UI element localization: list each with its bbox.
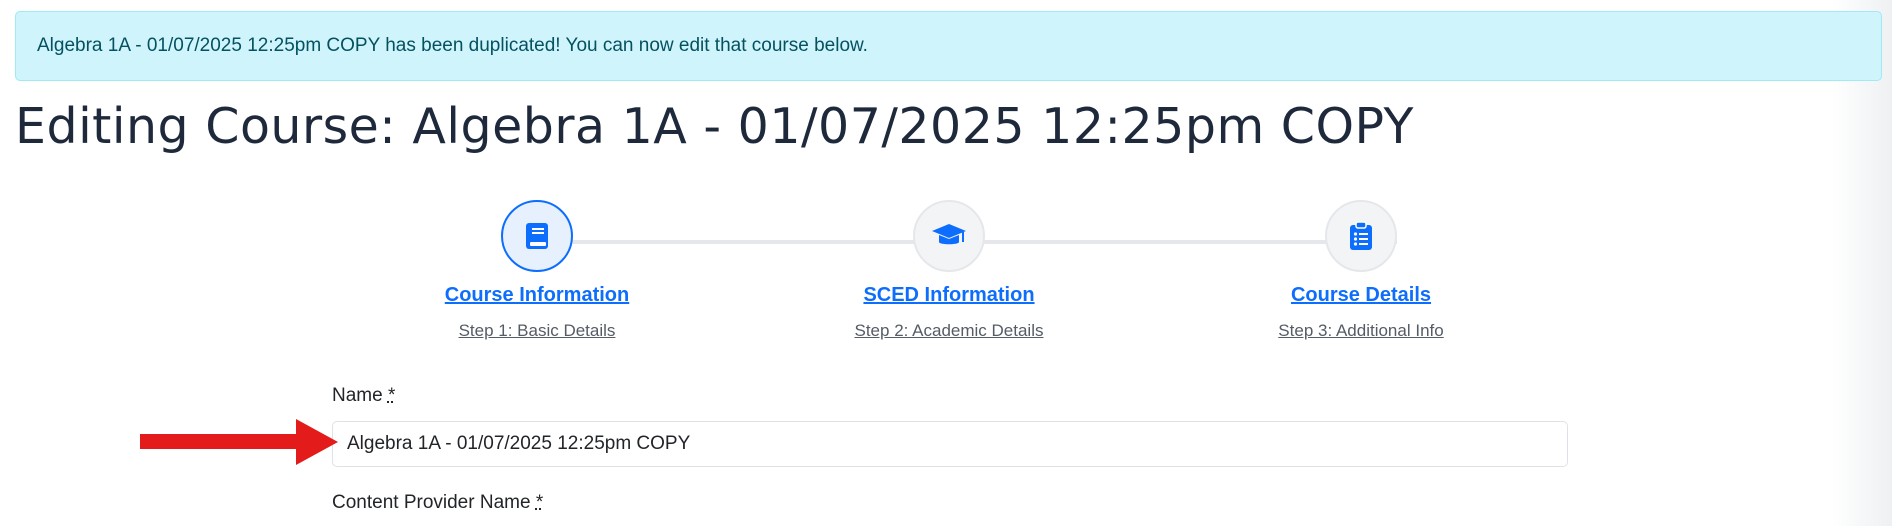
step-3-circle[interactable]: [1325, 200, 1397, 272]
step-3-title-link[interactable]: Course Details: [1291, 284, 1431, 307]
course-stepper: Course Information Step 1: Basic Details…: [0, 200, 1892, 360]
page-title: Editing Course: Algebra 1A - 01/07/2025 …: [15, 98, 1414, 155]
step-2-circle[interactable]: [913, 200, 985, 272]
step-2-title-link[interactable]: SCED Information: [863, 284, 1034, 307]
required-marker: *: [535, 492, 544, 513]
step-3-subtitle-link[interactable]: Step 3: Additional Info: [1278, 321, 1443, 341]
step-1-circle[interactable]: [501, 200, 573, 272]
alert-message: Algebra 1A - 01/07/2025 12:25pm COPY has…: [37, 35, 868, 56]
required-marker: *: [387, 385, 396, 406]
graduation-cap-icon: [932, 224, 966, 245]
step-2-subtitle-link[interactable]: Step 2: Academic Details: [855, 321, 1044, 341]
step-sced-information[interactable]: SCED Information Step 2: Academic Detail…: [789, 200, 1109, 341]
red-arrow-pointer: [140, 419, 338, 465]
clipboard-list-icon: [1350, 221, 1372, 250]
step-1-subtitle-link[interactable]: Step 1: Basic Details: [459, 321, 616, 341]
name-field-label: Name *: [332, 385, 395, 407]
step-1-title-link[interactable]: Course Information: [445, 284, 629, 307]
book-icon: [526, 223, 548, 249]
content-provider-field-label: Content Provider Name *: [332, 492, 543, 514]
step-course-information[interactable]: Course Information Step 1: Basic Details: [377, 200, 697, 341]
step-course-details[interactable]: Course Details Step 3: Additional Info: [1201, 200, 1521, 341]
name-label-text: Name: [332, 385, 383, 406]
content-provider-label-text: Content Provider Name: [332, 492, 531, 513]
duplicate-success-alert: Algebra 1A - 01/07/2025 12:25pm COPY has…: [15, 11, 1882, 81]
course-name-input[interactable]: [332, 421, 1568, 467]
